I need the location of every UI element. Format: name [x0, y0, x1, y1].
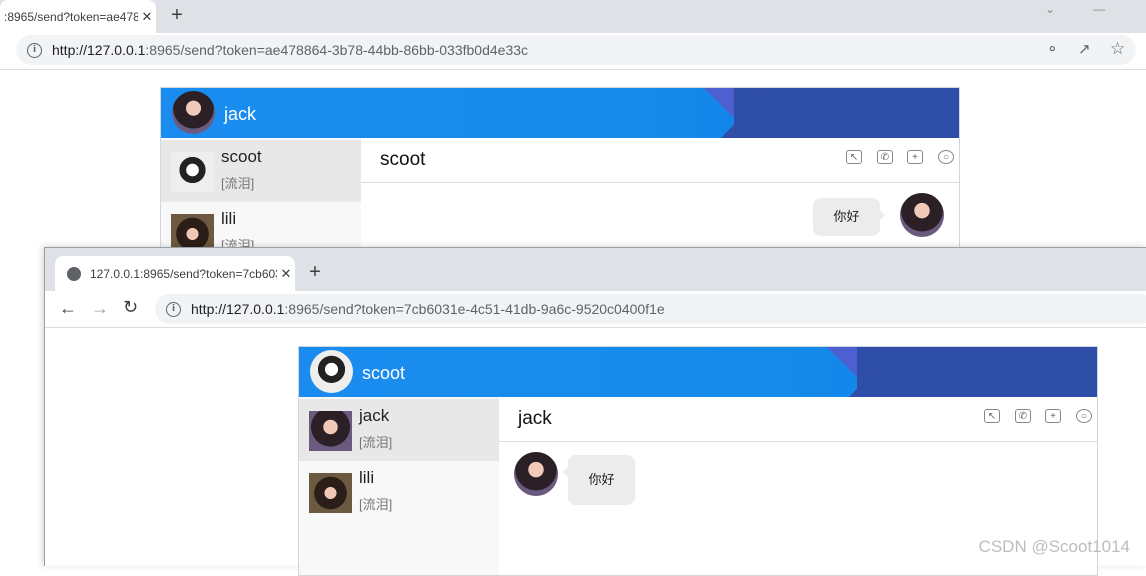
contact-avatar	[309, 411, 352, 451]
expand-icon[interactable]: ↖	[984, 409, 1000, 423]
back-tab-title: :8965/send?token=ae478864-3b78-44bb-86bb…	[4, 9, 138, 24]
info-icon[interactable]: i	[166, 301, 181, 317]
phone-icon[interactable]: ✆	[1015, 409, 1031, 423]
new-tab-icon[interactable]: +	[165, 3, 189, 27]
contact-last-message: [流泪]	[359, 497, 393, 512]
back-chat-app: jack scoot [流泪] lili [流泪] scoot ↖ ✆ + ○ …	[160, 87, 960, 257]
back-tabstrip: :8965/send?token=ae478864-3b78-44bb-86bb…	[0, 0, 1146, 33]
back-address-bar[interactable]: i http://127.0.0.1:8965/send?token=ae478…	[16, 35, 1136, 65]
message-avatar	[514, 452, 558, 496]
chat-header: jack ↖ ✆ + ○	[499, 397, 1097, 442]
message-bubble: 你好	[563, 455, 635, 505]
chat-header: scoot ↖ ✆ + ○	[361, 138, 959, 183]
new-tab-icon[interactable]: +	[303, 260, 327, 284]
globe-icon	[67, 266, 81, 281]
contact-name: scoot	[221, 147, 262, 166]
back-url: http://127.0.0.1:8965/send?token=ae47886…	[52, 42, 529, 58]
contact-avatar	[171, 152, 214, 192]
contact-last-message: [流泪]	[359, 435, 393, 450]
front-toolbar: ← → ↻ i http://127.0.0.1:8965/send?token…	[45, 291, 1146, 328]
front-contact-list: jack [流泪] lili [流泪]	[299, 397, 499, 575]
front-address-bar[interactable]: i http://127.0.0.1:8965/send?token=7cb60…	[155, 294, 1146, 324]
add-icon[interactable]: +	[907, 150, 923, 164]
contact-name: jack	[359, 406, 390, 425]
contact-last-message: [流泪]	[221, 176, 255, 191]
minimize-icon[interactable]: —	[1093, 2, 1105, 16]
current-user-name: jack	[224, 104, 257, 124]
message-bubble: 你好	[813, 198, 885, 236]
front-tab-title: 127.0.0.1:8965/send?token=7cb6031e-4c51-…	[90, 266, 277, 281]
back-app-header: jack	[161, 88, 959, 138]
star-icon[interactable]: ☆	[1110, 40, 1125, 58]
share-icon[interactable]: ↗	[1078, 41, 1091, 59]
avatar[interactable]	[310, 350, 353, 393]
avatar[interactable]	[172, 91, 215, 134]
current-user-name: scoot	[362, 363, 406, 383]
back-contact-list: scoot [流泪] lili [流泪]	[161, 138, 361, 256]
forward-arrow-icon[interactable]: →	[91, 299, 109, 317]
front-browser-window: 127.0.0.1:8965/send?token=7cb6031e-4c51-…	[44, 247, 1146, 576]
chat-title: scoot	[380, 149, 426, 170]
back-toolbar: i http://127.0.0.1:8965/send?token=ae478…	[0, 33, 1146, 70]
front-tab[interactable]: 127.0.0.1:8965/send?token=7cb6031e-4c51-…	[55, 256, 295, 291]
back-arrow-icon[interactable]: ←	[59, 299, 77, 317]
settings-icon[interactable]: ○	[1076, 409, 1092, 423]
phone-icon[interactable]: ✆	[877, 150, 893, 164]
contact-item[interactable]: scoot [流泪]	[161, 140, 361, 202]
contact-name: lili	[221, 209, 237, 228]
info-icon[interactable]: i	[27, 42, 42, 58]
contact-avatar	[309, 473, 352, 513]
back-chat-pane: scoot ↖ ✆ + ○ 你好	[361, 138, 959, 256]
add-icon[interactable]: +	[1045, 409, 1061, 423]
contact-name: lili	[359, 468, 375, 487]
front-url: http://127.0.0.1:8965/send?token=7cb6031…	[191, 301, 665, 317]
key-icon[interactable]: ⚬	[1046, 41, 1059, 59]
watermark: CSDN @Scoot1014	[978, 537, 1130, 556]
chat-title: jack	[518, 408, 552, 429]
settings-icon[interactable]: ○	[938, 150, 954, 164]
close-icon[interactable]: ✕	[138, 9, 156, 25]
expand-icon[interactable]: ↖	[846, 150, 862, 164]
back-tab[interactable]: :8965/send?token=ae478864-3b78-44bb-86bb…	[0, 0, 156, 33]
message-avatar	[900, 193, 944, 237]
contact-item[interactable]: jack [流泪]	[299, 399, 499, 461]
front-app-header: scoot	[299, 347, 1097, 397]
close-icon[interactable]: ✕	[277, 266, 295, 282]
front-tabstrip: 127.0.0.1:8965/send?token=7cb6031e-4c51-…	[45, 248, 1146, 291]
chevron-down-icon[interactable]: ⌄	[1045, 2, 1055, 16]
contact-item[interactable]: lili [流泪]	[299, 461, 499, 523]
reload-icon[interactable]: ↻	[123, 298, 138, 316]
